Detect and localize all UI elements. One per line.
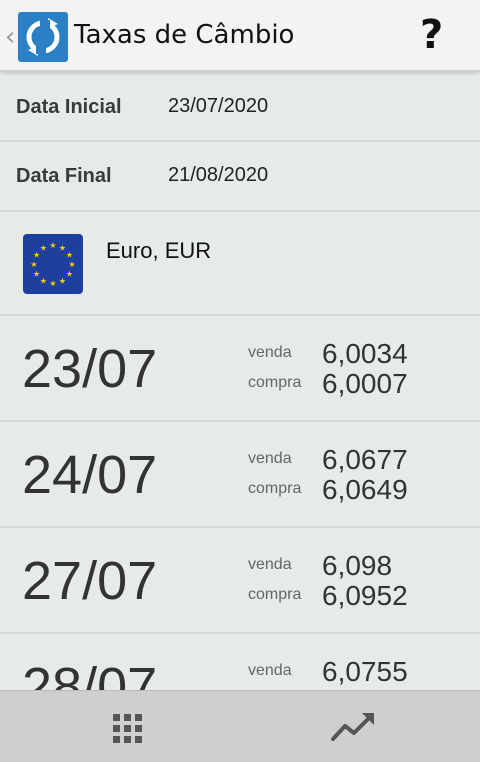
compra-label: compra: [248, 586, 302, 603]
eu-star: ★: [49, 241, 56, 250]
end-date-label: Data Final: [16, 165, 112, 187]
compra-value: 6,0007: [322, 368, 408, 399]
rate-date: 27/07: [22, 551, 158, 611]
rate-date: 24/07: [22, 445, 158, 505]
start-date-row[interactable]: Data Inicial 23/07/2020: [0, 72, 480, 142]
app-bar: ‹ Taxas de Câmbio ?: [0, 0, 480, 72]
compra-value: 6,0649: [322, 474, 408, 505]
venda-value: 6,0677: [322, 444, 408, 475]
rate-date: 23/07: [22, 339, 158, 399]
rate-row[interactable]: 27/07 venda compra 6,098 6,0952: [0, 528, 480, 634]
eu-star: ★: [40, 276, 47, 285]
eu-star: ★: [33, 270, 40, 279]
grid-icon[interactable]: [112, 713, 144, 745]
eu-star: ★: [30, 260, 37, 269]
currency-name: Euro, EUR: [106, 238, 212, 263]
rate-row[interactable]: 23/07 venda compra 6,0034 6,0007: [0, 316, 480, 422]
app-title: Taxas de Câmbio: [74, 20, 295, 50]
compra-value: 6,0952: [322, 580, 408, 611]
eu-star: ★: [68, 260, 75, 269]
eu-star: ★: [66, 270, 73, 279]
exchange-app-icon[interactable]: [18, 12, 68, 62]
venda-label: venda: [248, 556, 292, 573]
eu-star: ★: [66, 251, 73, 260]
venda-label: venda: [248, 450, 292, 467]
rate-row[interactable]: 24/07 venda compra 6,0677 6,0649: [0, 422, 480, 528]
venda-label: venda: [248, 344, 292, 361]
eu-star: ★: [49, 279, 56, 288]
trend-chart-icon[interactable]: [330, 709, 376, 745]
venda-label: venda: [248, 662, 292, 679]
venda-value: 6,0755: [322, 656, 408, 687]
end-date-row[interactable]: Data Final 21/08/2020: [0, 142, 480, 212]
start-date-value[interactable]: 23/07/2020: [168, 95, 268, 118]
rate-row[interactable]: 28/07 venda 6,0755: [0, 634, 480, 690]
end-date-value[interactable]: 21/08/2020: [168, 164, 268, 187]
bottom-nav-bar: [0, 690, 480, 762]
venda-value: 6,098: [322, 550, 393, 581]
venda-value: 6,0034: [322, 338, 408, 369]
back-chevron-icon[interactable]: ‹: [5, 22, 15, 52]
eu-star: ★: [40, 244, 47, 253]
eu-flag-icon: ★ ★ ★ ★ ★ ★ ★ ★ ★ ★ ★ ★: [23, 234, 83, 294]
start-date-label: Data Inicial: [16, 96, 122, 118]
help-icon[interactable]: ?: [420, 12, 443, 58]
eu-star: ★: [59, 276, 66, 285]
compra-label: compra: [248, 480, 302, 497]
rates-content[interactable]: Data Inicial 23/07/2020 Data Final 21/08…: [0, 72, 480, 690]
compra-label: compra: [248, 374, 302, 391]
rate-date: 28/07: [22, 657, 158, 690]
currency-row[interactable]: ★ ★ ★ ★ ★ ★ ★ ★ ★ ★ ★ ★ Euro, EUR: [0, 212, 480, 316]
